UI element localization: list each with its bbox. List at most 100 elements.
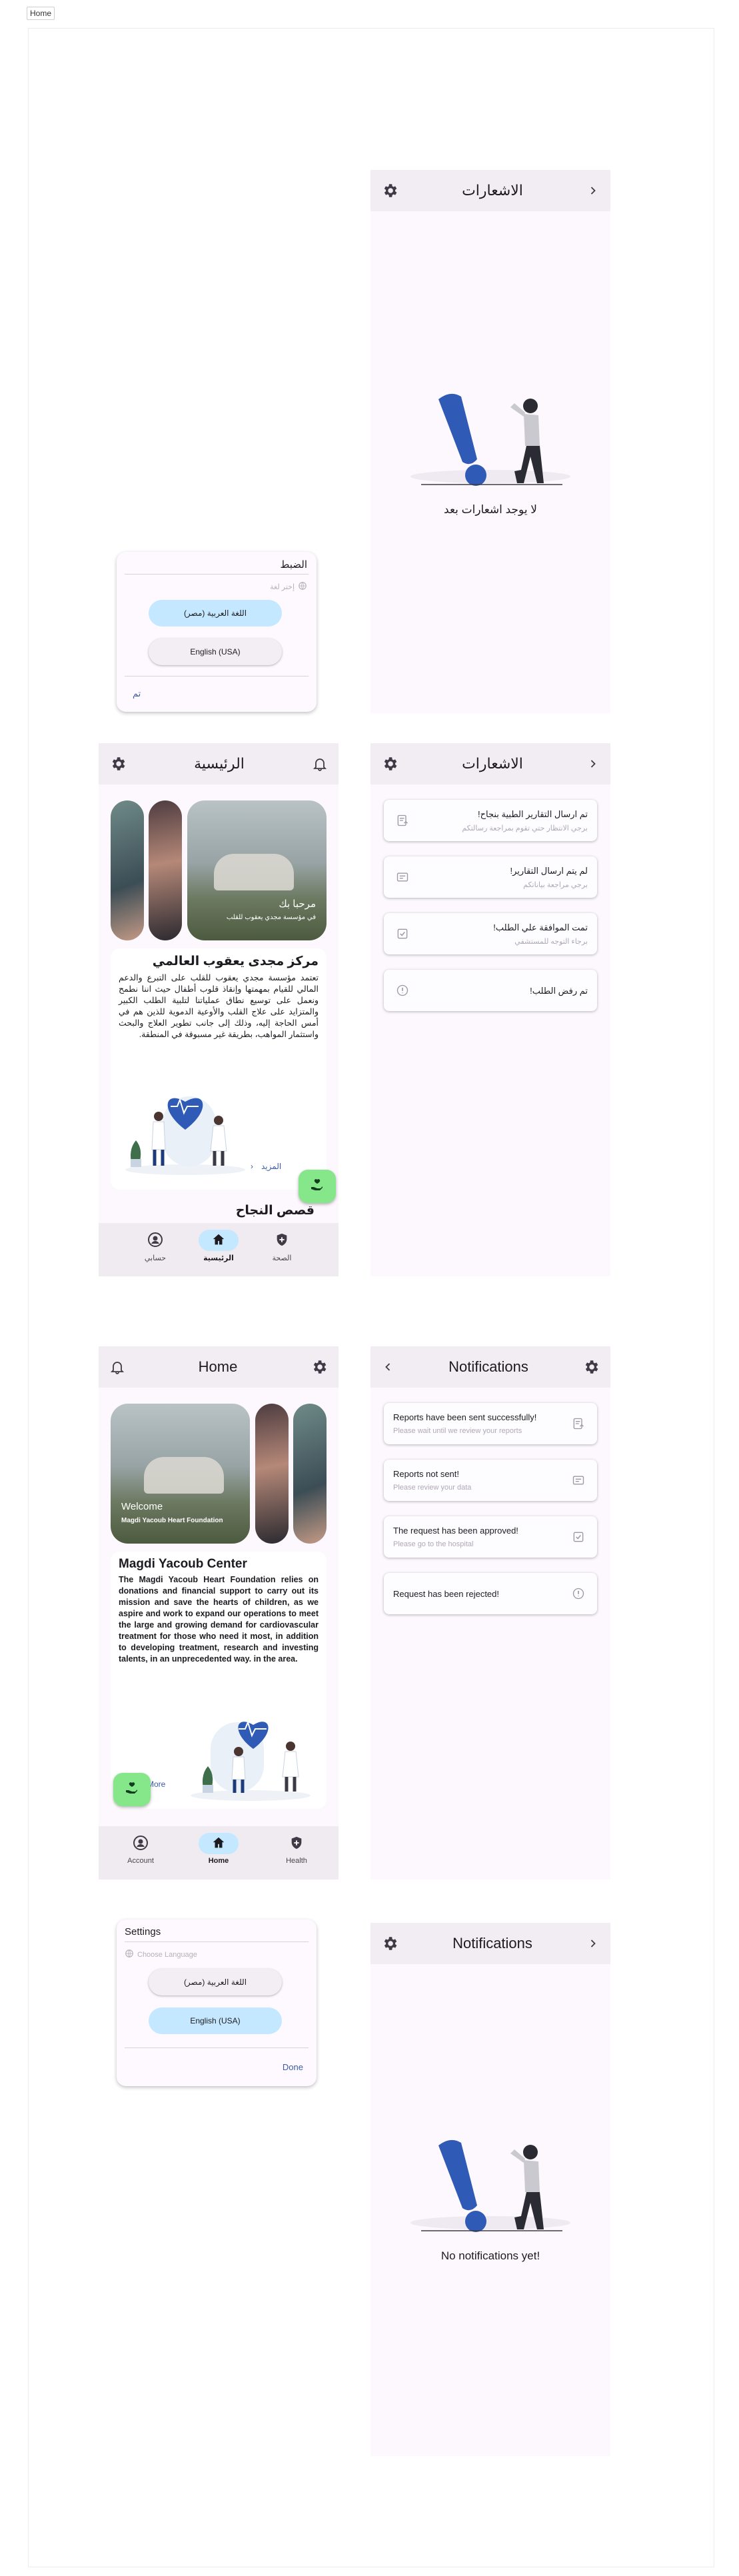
settings-dialog-en: Settings Choose Language اللغة العربية (… xyxy=(117,1920,317,2086)
globe-icon xyxy=(125,1949,134,1960)
slide-title: Welcome xyxy=(121,1501,163,1512)
doctors-heart-illustration xyxy=(119,1076,252,1176)
page-title: الاشعارات xyxy=(462,182,523,199)
card-body: The Magdi Yacoub Heart Foundation relies… xyxy=(119,1575,319,1664)
screen-notifications-list-en: Notifications Reports have been sent suc… xyxy=(370,1346,610,1880)
home-icon xyxy=(211,1836,226,1852)
app-bar: Notifications xyxy=(370,1346,610,1388)
notification-bell-icon[interactable] xyxy=(312,756,328,772)
carousel-slide-main: مرحبا بك في مؤسسة مجدي يعقوب للقلب xyxy=(187,800,327,940)
page-title: Notifications xyxy=(452,1935,532,1951)
notification-item[interactable]: تم ارسال التقارير الطبية بنجاح! برجي الا… xyxy=(384,800,597,841)
report-failed-icon xyxy=(396,870,409,887)
doctors-heart-illustration xyxy=(184,1702,317,1802)
nav-home[interactable]: Home xyxy=(189,1833,249,1865)
bottom-navigation: Account Home Health xyxy=(99,1826,339,1880)
approved-icon xyxy=(396,927,409,944)
notification-item[interactable]: The request has been approved! Please go… xyxy=(384,1516,597,1558)
shield-health-icon xyxy=(289,1836,304,1852)
center-info-card: Magdi Yacoub Center The Magdi Yacoub Hea… xyxy=(111,1552,327,1809)
done-button[interactable]: تم xyxy=(133,688,141,699)
screen-notifications-list-ar: الاشعارات تم ارسال التقارير الطبية بنجاح… xyxy=(370,743,610,1276)
language-hint: إختر لغة xyxy=(270,581,307,593)
empty-notifications-illustration xyxy=(397,2123,584,2243)
page-title: Home xyxy=(198,1358,238,1375)
rejected-icon xyxy=(572,1587,585,1604)
carousel-slide-image xyxy=(111,800,144,940)
notification-bell-icon[interactable] xyxy=(109,1359,125,1375)
app-bar: الاشعارات xyxy=(370,170,610,211)
report-sent-icon xyxy=(396,814,409,830)
more-link[interactable]: المزيد ‹ xyxy=(251,1162,281,1171)
nav-health[interactable]: Health xyxy=(267,1833,327,1865)
screen-home-en: Home Welcome Magdi Yacoub Heart Foundati… xyxy=(99,1346,339,1880)
empty-state-text: No notifications yet! xyxy=(440,2249,540,2262)
settings-gear-icon[interactable] xyxy=(381,182,398,199)
slide-subtitle: في مؤسسة مجدي يعقوب للقلب xyxy=(226,914,316,921)
notification-item[interactable]: Reports not sent! Please review your dat… xyxy=(384,1460,597,1501)
language-option-arabic[interactable]: اللغة العربية (مصر) xyxy=(149,1969,282,1995)
page-title: Notifications xyxy=(448,1358,528,1375)
notification-item[interactable]: لم يتم ارسال التقارير! برجي مراجعة بيانا… xyxy=(384,856,597,898)
report-sent-icon xyxy=(572,1417,585,1434)
language-option-english[interactable]: English (USA) xyxy=(149,2007,282,2034)
card-title: Magdi Yacoub Center xyxy=(119,1557,247,1571)
empty-notifications-illustration xyxy=(397,377,584,497)
donate-fab[interactable] xyxy=(299,1170,336,1203)
settings-gear-icon[interactable] xyxy=(582,1358,600,1376)
language-option-arabic[interactable]: اللغة العربية (مصر) xyxy=(149,600,282,627)
app-bar: الرئيسية xyxy=(99,743,339,784)
success-stories-heading: قصص النجاح xyxy=(235,1204,315,1218)
nav-account[interactable]: Account xyxy=(111,1833,171,1865)
screen-notifications-empty-ar: الاشعارات لا يوجد اشعارات بعد xyxy=(370,170,610,713)
notification-item[interactable]: Reports have been sent successfully! Ple… xyxy=(384,1403,597,1444)
screen-home-ar: الرئيسية مرحبا بك في مؤسسة مجدي يعقوب لل… xyxy=(99,743,339,1276)
notification-item[interactable]: تمت الموافقة علي الطلب! برجاء التوجه للم… xyxy=(384,913,597,954)
settings-gear-icon[interactable] xyxy=(381,755,398,772)
hand-heart-icon xyxy=(124,1780,140,1800)
settings-gear-icon[interactable] xyxy=(109,755,127,772)
empty-state-text: لا يوجد اشعارات بعد xyxy=(444,503,537,516)
home-icon xyxy=(211,1232,226,1249)
canvas-frame-label: Home xyxy=(27,7,55,20)
hand-heart-icon xyxy=(309,1177,325,1196)
nav-health[interactable]: الصحة xyxy=(252,1230,312,1262)
settings-dialog-ar: الضبط إختر لغة اللغة العربية (مصر) Engli… xyxy=(117,552,317,712)
dialog-title: Settings xyxy=(125,1926,161,1937)
chevron-left-icon: ‹ xyxy=(251,1162,253,1171)
app-bar: الاشعارات xyxy=(370,743,610,784)
slide-subtitle: Magdi Yacoub Heart Foundation xyxy=(121,1517,223,1524)
app-bar: Home xyxy=(99,1346,339,1388)
dialog-title: الضبط xyxy=(280,559,307,571)
back-chevron-icon[interactable] xyxy=(586,184,600,197)
nav-home[interactable]: الرئيسية xyxy=(189,1230,249,1262)
approved-icon xyxy=(572,1530,585,1547)
done-button[interactable]: Done xyxy=(283,2062,303,2072)
account-icon xyxy=(133,1835,149,1853)
welcome-carousel[interactable]: Welcome Magdi Yacoub Heart Foundation xyxy=(111,1404,327,1544)
page-title: الاشعارات xyxy=(462,755,523,772)
notification-item[interactable]: تم رفض الطلب! xyxy=(384,970,597,1011)
language-option-english[interactable]: English (USA) xyxy=(149,639,282,665)
divider xyxy=(125,1941,309,1942)
donate-fab[interactable] xyxy=(113,1773,151,1806)
settings-gear-icon[interactable] xyxy=(381,1935,398,1952)
screen-notifications-empty-en: Notifications No notifications yet! xyxy=(370,1923,610,2456)
slide-title: مرحبا بك xyxy=(279,898,316,910)
carousel-slide-image xyxy=(293,1404,327,1544)
page-title: الرئيسية xyxy=(194,755,245,772)
card-body: تعتمد مؤسسة مجدي يعقوب للقلب على التبرع … xyxy=(119,973,319,1039)
notification-item[interactable]: Request has been rejected! xyxy=(384,1573,597,1614)
settings-gear-icon[interactable] xyxy=(311,1358,328,1376)
back-chevron-icon[interactable] xyxy=(381,1360,394,1374)
report-failed-icon xyxy=(572,1474,585,1490)
divider xyxy=(125,574,309,575)
rejected-icon xyxy=(396,984,409,1000)
carousel-slide-image xyxy=(255,1404,289,1544)
nav-account[interactable]: حسابي xyxy=(125,1230,185,1262)
welcome-carousel[interactable]: مرحبا بك في مؤسسة مجدي يعقوب للقلب xyxy=(111,800,327,940)
globe-icon xyxy=(298,581,307,593)
back-chevron-icon[interactable] xyxy=(586,757,600,770)
back-chevron-icon[interactable] xyxy=(586,1937,600,1950)
language-hint: Choose Language xyxy=(125,1949,197,1960)
